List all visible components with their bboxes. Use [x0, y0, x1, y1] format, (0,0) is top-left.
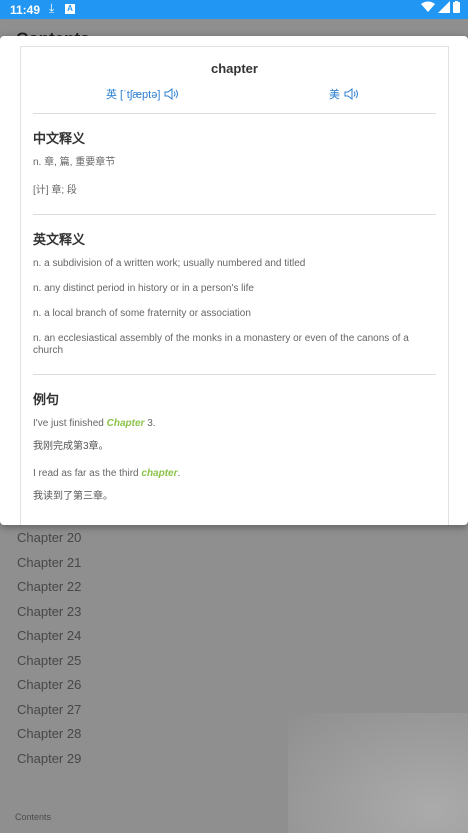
notification-icon: A — [65, 4, 75, 14]
example-text: . — [177, 468, 181, 479]
status-icons — [421, 1, 460, 13]
example-text: I read as far as the third — [33, 468, 142, 479]
download-icon: ⤓ — [49, 1, 55, 15]
chapter-item[interactable]: Chapter 23 — [17, 600, 81, 625]
examples-title: 例句 — [33, 392, 60, 407]
chapter-list: Chapter 20 Chapter 21 Chapter 22 Chapter… — [17, 526, 81, 771]
chapter-item[interactable]: Chapter 28 — [17, 722, 81, 747]
uk-pronunciation-label: 英 [ˈtʃæptə] — [106, 89, 161, 101]
chinese-definitions-title: 中文释义 — [33, 131, 86, 146]
chapter-item[interactable]: Chapter 22 — [17, 575, 81, 600]
wifi-icon — [421, 1, 435, 12]
battery-icon — [453, 1, 460, 13]
english-definition: n. an ecclesiastical assembly of the mon… — [33, 333, 409, 356]
example-translation: 我读到了第三章。 — [33, 491, 113, 502]
chinese-definition: [计] 章; 段 — [33, 185, 77, 196]
uk-pronunciation-button[interactable]: 英 [ˈtʃæptə] — [106, 86, 180, 102]
english-definition: n. any distinct period in history or in … — [33, 283, 254, 294]
chapter-item[interactable]: Chapter 25 — [17, 649, 81, 674]
divider — [33, 113, 436, 114]
status-bar: 11:49 ⤓ A — [0, 0, 468, 19]
example-text: I've just finished — [33, 418, 107, 429]
dictionary-card: chapter 英 [ˈtʃæptə] 美 中文释义 n. 章, 篇, 重要章节… — [20, 46, 449, 525]
signal-icon — [438, 1, 450, 13]
divider — [33, 214, 436, 215]
us-pronunciation-label: 美 — [329, 89, 340, 101]
example-sentence: I've just finished Chapter 3. — [33, 418, 156, 429]
status-time: 11:49 — [10, 3, 41, 17]
dictionary-dialog: chapter 英 [ˈtʃæptə] 美 中文释义 n. 章, 篇, 重要章节… — [0, 36, 468, 525]
english-definitions-title: 英文释义 — [33, 232, 86, 247]
chapter-item[interactable]: Chapter 20 — [17, 526, 81, 551]
speaker-icon — [164, 88, 179, 100]
chinese-definition: n. 章, 篇, 重要章节 — [33, 157, 116, 168]
background-glow — [288, 713, 468, 833]
example-translation: 我刚完成第3章。 — [33, 441, 109, 452]
example-text: 3. — [144, 418, 156, 429]
chapter-item[interactable]: Chapter 21 — [17, 551, 81, 576]
english-definition: n. a local branch of some fraternity or … — [33, 308, 251, 319]
us-pronunciation-button[interactable]: 美 — [329, 86, 360, 102]
bottom-label[interactable]: Contents — [15, 812, 51, 822]
chapter-item[interactable]: Chapter 27 — [17, 698, 81, 723]
example-highlight: chapter — [141, 468, 178, 479]
example-highlight: Chapter — [106, 418, 145, 429]
headword: chapter — [211, 61, 258, 76]
chapter-item[interactable]: Chapter 29 — [17, 747, 81, 772]
english-definition: n. a subdivision of a written work; usua… — [33, 258, 306, 269]
example-sentence: I read as far as the third chapter. — [33, 468, 180, 479]
chapter-item[interactable]: Chapter 26 — [17, 673, 81, 698]
chapter-item[interactable]: Chapter 24 — [17, 624, 81, 649]
speaker-icon — [344, 88, 358, 100]
divider — [33, 374, 436, 375]
